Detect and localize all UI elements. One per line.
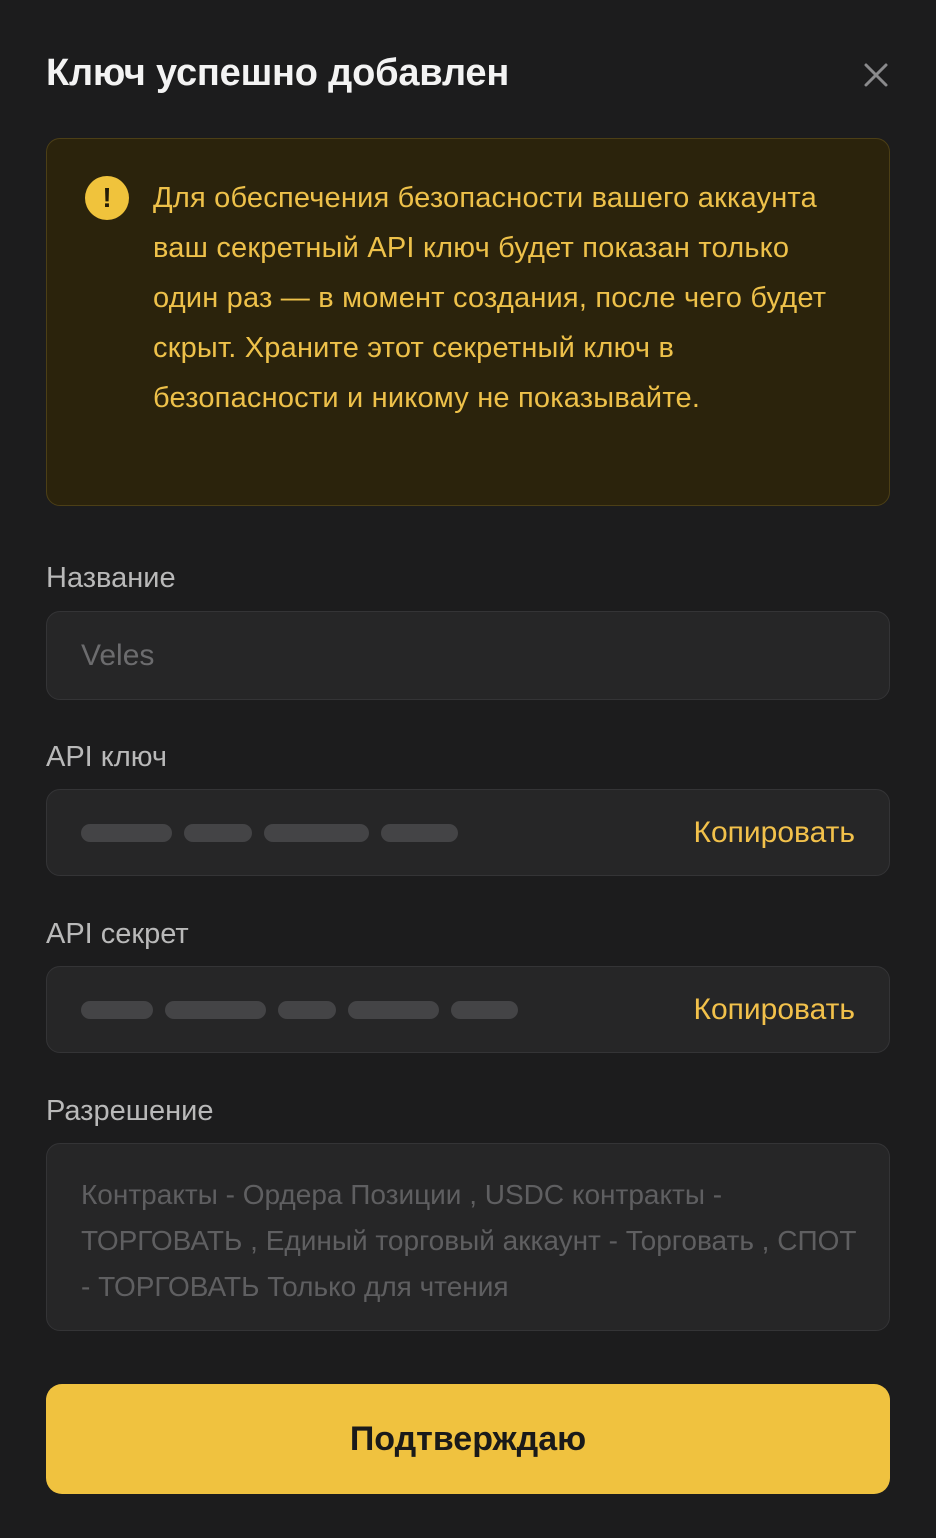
security-warning-text: Для обеспечения безопасности вашего акка… [153, 182, 827, 414]
permissions-value: Контракты - Ордера Позиции , USDC контра… [81, 1179, 857, 1302]
api-key-label: API ключ [46, 741, 167, 773]
api-secret-label: API секрет [46, 918, 189, 950]
close-icon [864, 63, 888, 87]
close-button[interactable] [858, 57, 894, 93]
copy-api-key-button[interactable]: Копировать [693, 815, 855, 851]
security-warning-banner: ! Для обеспечения безопасности вашего ак… [46, 138, 890, 506]
dialog-title: Ключ успешно добавлен [46, 52, 510, 94]
api-key-field: Копировать [46, 789, 890, 876]
exclamation-icon: ! [85, 176, 129, 220]
api-key-success-dialog: Ключ успешно добавлен ! Для обеспечения … [0, 0, 936, 1538]
copy-api-secret-button[interactable]: Копировать [693, 992, 855, 1028]
permissions-label: Разрешение [46, 1095, 214, 1127]
name-field-container [46, 611, 890, 700]
api-key-masked-value [81, 823, 458, 842]
api-secret-masked-value [81, 1000, 518, 1019]
api-secret-field: Копировать [46, 966, 890, 1053]
permissions-field: Контракты - Ордера Позиции , USDC контра… [46, 1143, 890, 1331]
name-label: Название [46, 562, 176, 594]
name-input[interactable] [47, 612, 889, 699]
confirm-button[interactable]: Подтверждаю [46, 1384, 890, 1494]
